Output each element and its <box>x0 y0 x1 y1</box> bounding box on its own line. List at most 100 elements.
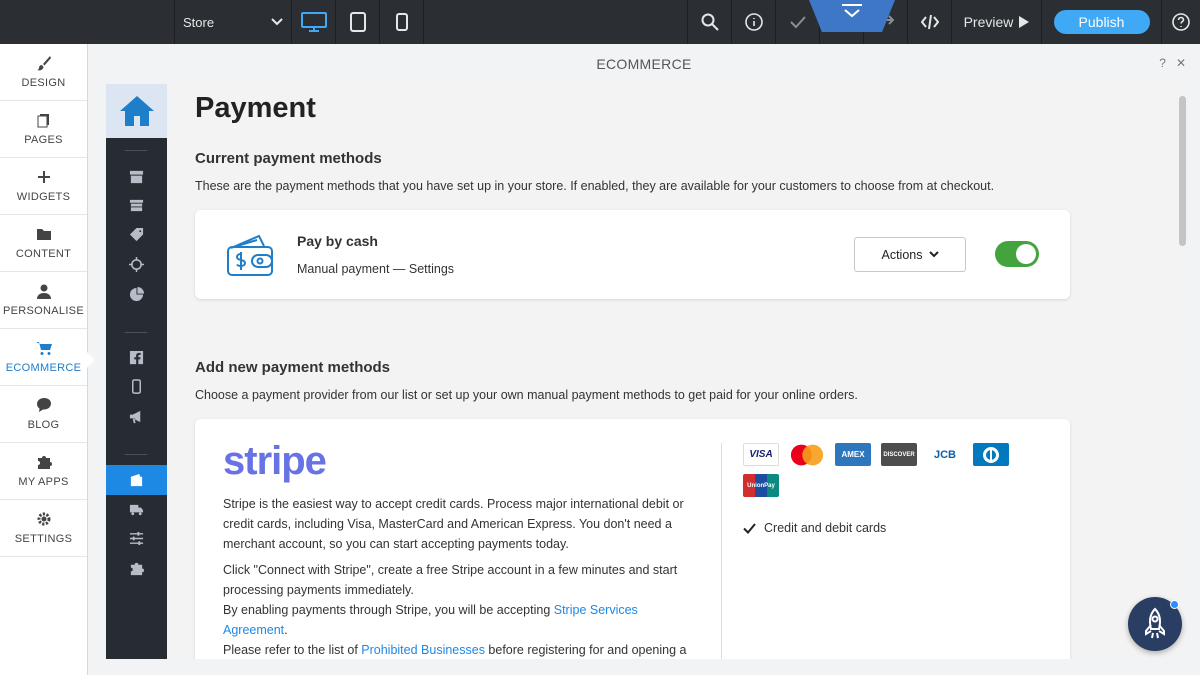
store-home-button[interactable] <box>106 84 167 138</box>
publish-button[interactable]: Publish <box>1053 10 1150 34</box>
panel-close-icon[interactable]: ✕ <box>1176 56 1186 70</box>
current-methods-desc: These are the payment methods that you h… <box>195 179 995 193</box>
sidebar-marketing-button[interactable] <box>106 406 167 426</box>
sidebar-payment-icon-wrap <box>106 470 167 490</box>
chevron-down-icon <box>928 251 939 258</box>
mastercard-logo <box>789 443 825 466</box>
credit-cards-label: Credit and debit cards <box>764 521 887 535</box>
pie-chart-icon <box>129 286 144 301</box>
chevron-down-icon <box>842 4 862 18</box>
payment-method-sub[interactable]: Manual payment — Settings <box>297 262 454 276</box>
info-button[interactable] <box>732 0 776 44</box>
sidebar-facebook-button[interactable] <box>106 347 167 367</box>
stripe-agreement-text: By enabling payments through Stripe, you… <box>223 603 554 617</box>
puzzle-icon <box>130 562 144 575</box>
nav-personalise-label: PERSONALISE <box>3 305 84 317</box>
toolbar-spacer <box>424 0 895 44</box>
pages-icon <box>37 114 49 128</box>
actions-dropdown-button[interactable]: Actions <box>854 237 966 272</box>
wallet-icon <box>130 473 143 486</box>
nav-ecommerce[interactable]: ECOMMERCE <box>0 329 87 386</box>
sidebar-divider <box>125 150 147 151</box>
stripe-card-divider <box>721 443 722 659</box>
facebook-icon <box>129 350 144 364</box>
diners-icon <box>983 446 999 463</box>
nav-settings-label: SETTINGS <box>14 533 73 545</box>
desktop-icon <box>300 12 327 32</box>
sidebar-apps-button[interactable] <box>106 558 167 578</box>
collapse-toolbar-tab[interactable] <box>809 0 895 32</box>
chevron-down-icon <box>271 18 283 26</box>
nav-design[interactable]: DESIGN <box>0 44 87 101</box>
tablet-view-button[interactable] <box>336 0 380 44</box>
truck-icon <box>129 504 144 515</box>
sidebar-tags-button[interactable] <box>106 224 167 244</box>
store-sidebar <box>106 84 167 659</box>
sidebar-settings-button[interactable] <box>106 528 167 548</box>
visa-logo: VISA <box>743 443 779 466</box>
nav-content-label: CONTENT <box>15 248 72 260</box>
nav-content[interactable]: CONTENT <box>0 215 87 272</box>
brush-icon <box>36 56 51 71</box>
amex-logo: AMEX <box>835 443 871 466</box>
home-icon <box>119 96 154 126</box>
vertical-scrollbar[interactable] <box>1176 84 1190 659</box>
page-select-value: Store <box>183 14 215 30</box>
folder-icon <box>36 229 51 240</box>
nav-widgets-label: WIDGETS <box>16 191 71 203</box>
launch-assistant-button[interactable] <box>1128 597 1182 651</box>
sidebar-store-button[interactable] <box>106 166 167 186</box>
mastercard-icon <box>790 444 824 465</box>
credit-cards-feature: Credit and debit cards <box>743 521 886 535</box>
tablet-icon <box>349 12 366 32</box>
prohibited-businesses-link[interactable]: Prohibited Businesses <box>361 643 485 657</box>
nav-my-apps[interactable]: MY APPS <box>0 443 87 500</box>
nav-ecommerce-label: ECOMMERCE <box>5 362 82 374</box>
panel-help-icon[interactable]: ? <box>1159 56 1166 70</box>
notification-dot <box>1170 600 1179 609</box>
mobile-view-button[interactable] <box>380 0 424 44</box>
page-title: Payment <box>195 92 316 124</box>
code-icon <box>920 14 939 30</box>
sidebar-mobile-button[interactable] <box>106 376 167 396</box>
cart-icon <box>35 342 52 355</box>
logo-area <box>0 0 175 44</box>
nav-blog[interactable]: BLOG <box>0 386 87 443</box>
add-methods-title: Add new payment methods <box>195 359 391 376</box>
nav-pages[interactable]: PAGES <box>0 101 87 158</box>
sidebar-divider <box>125 332 147 333</box>
search-icon <box>701 13 719 31</box>
discover-logo: DISCOVER <box>881 443 917 466</box>
info-icon <box>744 13 763 31</box>
nav-personalise[interactable]: PERSONALISE <box>0 272 87 329</box>
desktop-view-button[interactable] <box>292 0 336 44</box>
nav-my-apps-label: MY APPS <box>18 476 69 488</box>
search-button[interactable] <box>688 0 732 44</box>
sidebar-target-button[interactable] <box>106 254 167 274</box>
sidebar-inventory-button[interactable] <box>106 195 167 215</box>
nav-widgets[interactable]: WIDGETS <box>0 158 87 215</box>
enable-toggle[interactable] <box>995 241 1039 267</box>
add-methods-desc: Choose a payment provider from our list … <box>195 388 858 402</box>
page-select[interactable]: Store <box>175 0 292 44</box>
help-icon <box>1172 13 1190 31</box>
sidebar-reports-button[interactable] <box>106 284 167 304</box>
nav-settings[interactable]: SETTINGS <box>0 500 87 557</box>
nav-design-label: DESIGN <box>21 77 66 89</box>
actions-label: Actions <box>881 247 923 262</box>
nav-pages-label: PAGES <box>24 134 63 146</box>
rocket-icon <box>1145 607 1165 639</box>
panel-controls: ? ✕ <box>1159 56 1186 70</box>
stripe-agreement-end: . <box>284 623 288 637</box>
puzzle-icon <box>37 456 52 469</box>
nav-blog-label: BLOG <box>27 419 60 431</box>
crosshair-icon <box>129 256 144 272</box>
panel-title: ECOMMERCE <box>596 56 692 72</box>
cash-wallet-icon <box>227 234 273 276</box>
preview-button[interactable]: Preview <box>952 0 1042 44</box>
stripe-connect-text: Click "Connect with Stripe", create a fr… <box>223 563 678 597</box>
help-button[interactable] <box>1162 0 1200 44</box>
sidebar-shipping-button[interactable] <box>106 499 167 519</box>
scrollbar-thumb[interactable] <box>1179 96 1186 246</box>
code-button[interactable] <box>908 0 952 44</box>
